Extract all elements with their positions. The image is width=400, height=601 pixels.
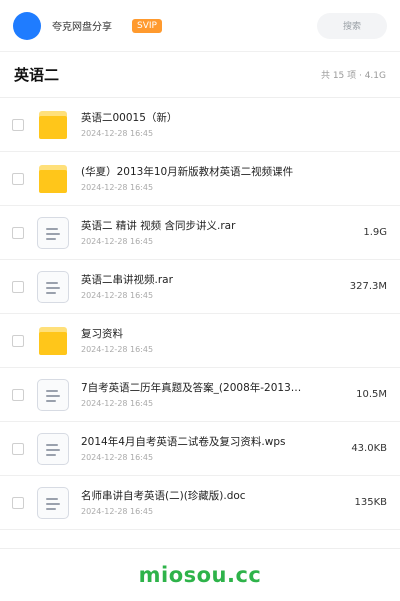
file-list: 英语二00015（新） 2024-12-28 16:45 (华夏）2013年10月新… [0, 98, 400, 530]
file-size: 1.9G [363, 227, 387, 238]
file-size: 327.3M [349, 281, 387, 292]
file-name: 复习资料 [81, 328, 123, 340]
folder-stats: 共 15 项 · 4.1G [320, 71, 386, 81]
file-meta: 英语二 精讲 视频 含同步讲义.rar 2024-12-28 16:45 [81, 219, 353, 246]
document-icon [37, 378, 69, 411]
file-name: 名师串讲自考英语(二)(珍藏版).doc [81, 490, 246, 502]
file-row[interactable]: (华夏）2013年10月新版教材英语二视频课件 2024-12-28 16:45 [0, 152, 400, 206]
file-size: 10.5M [356, 389, 387, 400]
file-size: 43.0KB [351, 443, 387, 454]
username: 夸克网盘分享 [52, 22, 112, 33]
file-name: 英语二串讲视频.rar [81, 274, 173, 286]
file-name: (华夏）2013年10月新版教材英语二视频课件 [81, 166, 294, 178]
file-meta: 7自考英语二历年真题及答案_(2008年-2013… 2024-12-28 16:… [81, 381, 346, 408]
file-date: 2024-12-28 16:45 [81, 507, 154, 516]
folder-icon [39, 110, 67, 139]
select-checkbox[interactable] [12, 172, 24, 185]
file-name: 英语二00015（新） [81, 112, 178, 124]
file-name: 英语二 精讲 视频 含同步讲义.rar [81, 220, 236, 232]
header-bar: 夸克网盘分享 SVIP 搜索 [0, 0, 400, 52]
select-checkbox[interactable] [12, 334, 24, 347]
file-row[interactable]: 复习资料 2024-12-28 16:45 [0, 314, 400, 368]
select-checkbox[interactable] [12, 226, 24, 239]
file-meta: 名师串讲自考英语(二)(珍藏版).doc 2024-12-28 16:45 [81, 489, 344, 516]
document-icon [37, 486, 69, 519]
folder-icon [39, 164, 67, 193]
folder-titlebar: 英语二 共 15 项 · 4.1G [0, 52, 400, 98]
file-row[interactable]: 英语二 精讲 视频 含同步讲义.rar 2024-12-28 16:45 1.9G [0, 206, 400, 260]
file-row[interactable]: 英语二串讲视频.rar 2024-12-28 16:45 327.3M [0, 260, 400, 314]
file-meta: 复习资料 2024-12-28 16:45 [81, 327, 377, 354]
document-icon [37, 216, 69, 249]
file-size: 135KB [354, 497, 387, 508]
file-meta: 英语二00015（新） 2024-12-28 16:45 [81, 111, 377, 138]
search-input[interactable]: 搜索 [317, 12, 387, 39]
folder-title: 英语二 [14, 66, 60, 84]
file-name: 2014年4月自考英语二试卷及复习资料.wps [81, 436, 286, 448]
file-name: 7自考英语二历年真题及答案_(2008年-2013… [81, 382, 302, 394]
svip-badge: SVIP [132, 18, 162, 33]
footer: miosou.cc [0, 548, 400, 601]
file-date: 2024-12-28 16:45 [81, 183, 154, 192]
file-date: 2024-12-28 16:45 [81, 345, 154, 354]
file-meta: 英语二串讲视频.rar 2024-12-28 16:45 [81, 273, 340, 300]
file-date: 2024-12-28 16:45 [81, 453, 154, 462]
file-row[interactable]: 2014年4月自考英语二试卷及复习资料.wps 2024-12-28 16:45 4… [0, 422, 400, 476]
select-checkbox[interactable] [12, 118, 24, 131]
select-checkbox[interactable] [12, 442, 24, 455]
file-row[interactable]: 英语二00015（新） 2024-12-28 16:45 [0, 98, 400, 152]
document-icon [37, 432, 69, 465]
select-checkbox[interactable] [12, 388, 24, 401]
file-date: 2024-12-28 16:45 [81, 291, 154, 300]
select-checkbox[interactable] [12, 280, 24, 293]
file-date: 2024-12-28 16:45 [81, 129, 154, 138]
avatar[interactable] [13, 11, 41, 40]
document-icon [37, 270, 69, 303]
file-row[interactable]: 7自考英语二历年真题及答案_(2008年-2013… 2024-12-28 16:… [0, 368, 400, 422]
file-date: 2024-12-28 16:45 [81, 237, 154, 246]
brand-watermark: miosou.cc [138, 563, 262, 587]
select-checkbox[interactable] [12, 496, 24, 509]
folder-icon [39, 326, 67, 355]
file-row[interactable]: 名师串讲自考英语(二)(珍藏版).doc 2024-12-28 16:45 135K… [0, 476, 400, 530]
file-date: 2024-12-28 16:45 [81, 399, 154, 408]
file-meta: (华夏）2013年10月新版教材英语二视频课件 2024-12-28 16:45 [81, 165, 377, 192]
file-meta: 2014年4月自考英语二试卷及复习资料.wps 2024-12-28 16:45 [81, 435, 341, 462]
